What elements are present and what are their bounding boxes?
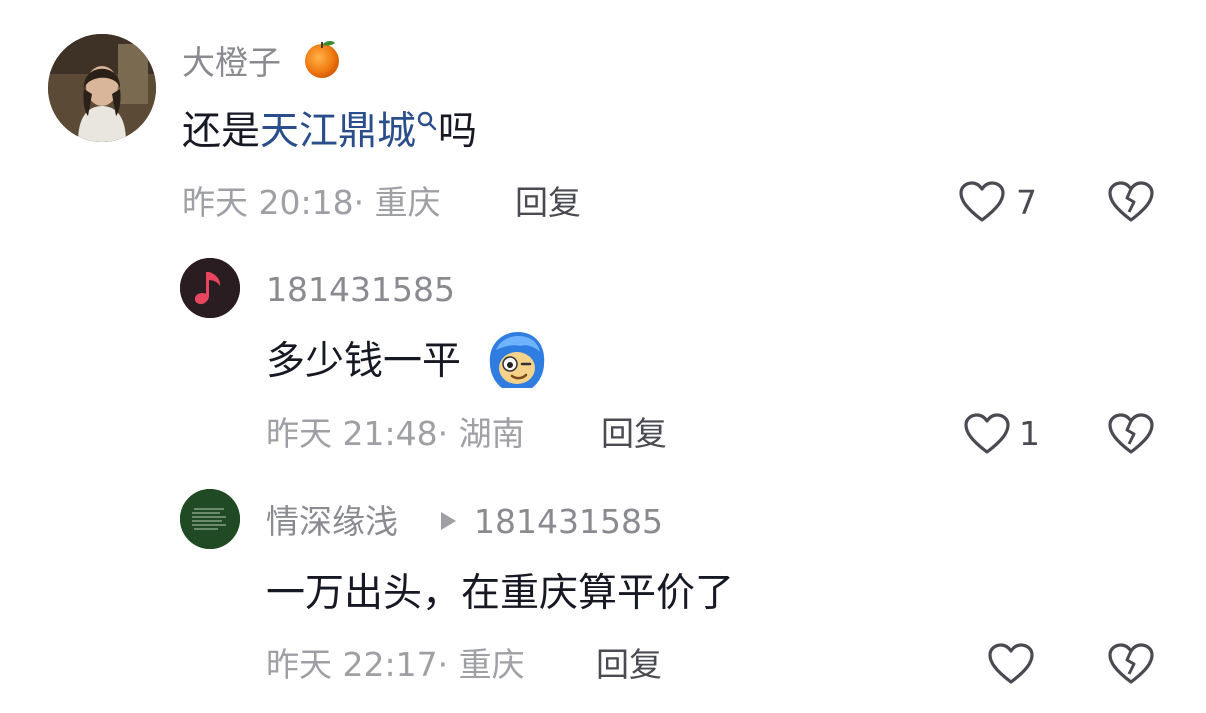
- username-text[interactable]: 情深缘浅: [266, 502, 398, 541]
- like-count: 1: [1019, 414, 1040, 453]
- like-heart-icon[interactable]: [958, 180, 1006, 224]
- dislike-broken-heart-icon[interactable]: [1107, 180, 1155, 224]
- avatar[interactable]: [48, 34, 156, 142]
- like-heart-icon[interactable]: [987, 642, 1035, 686]
- avatar[interactable]: [180, 489, 240, 549]
- search-icon[interactable]: [416, 111, 438, 152]
- comment-username[interactable]: 大橙子: [182, 46, 281, 79]
- comment-text-suffix: 吗: [438, 109, 478, 154]
- reply-to-username[interactable]: 181431585: [474, 505, 663, 538]
- like-count: 7: [1016, 183, 1037, 222]
- reply-button[interactable]: 回复: [515, 186, 581, 219]
- comment-text: 一万出头，在重庆算平价了: [266, 571, 735, 616]
- comment-text-prefix: 还是: [182, 109, 261, 154]
- comment-meta: 昨天 22:17· 重庆: [266, 645, 525, 684]
- comment-text: 还是天江鼎城吗: [182, 109, 478, 154]
- orange-emoji-icon: [300, 36, 344, 80]
- reply-button[interactable]: 回复: [596, 648, 662, 681]
- avatar[interactable]: [180, 258, 240, 318]
- comment-meta: 昨天 21:48· 湖南: [266, 414, 525, 453]
- like-heart-icon[interactable]: [963, 412, 1011, 456]
- comment-meta: 昨天 20:18· 重庆: [182, 183, 441, 222]
- dislike-broken-heart-icon[interactable]: [1107, 642, 1155, 686]
- reply-arrow-icon: [437, 509, 459, 533]
- comment-text: 多少钱一平: [266, 342, 461, 381]
- username-text[interactable]: 大橙子: [182, 43, 281, 82]
- blue-hair-face-emoji-icon: [486, 330, 548, 390]
- reply-button[interactable]: 回复: [601, 417, 667, 450]
- dislike-broken-heart-icon[interactable]: [1107, 412, 1155, 456]
- comment-username[interactable]: 181431585: [266, 273, 455, 306]
- comment-text-body: 多少钱一平: [266, 339, 462, 384]
- comment-username[interactable]: 情深缘浅: [266, 505, 398, 538]
- search-keyword-link[interactable]: 天江鼎城: [260, 109, 416, 154]
